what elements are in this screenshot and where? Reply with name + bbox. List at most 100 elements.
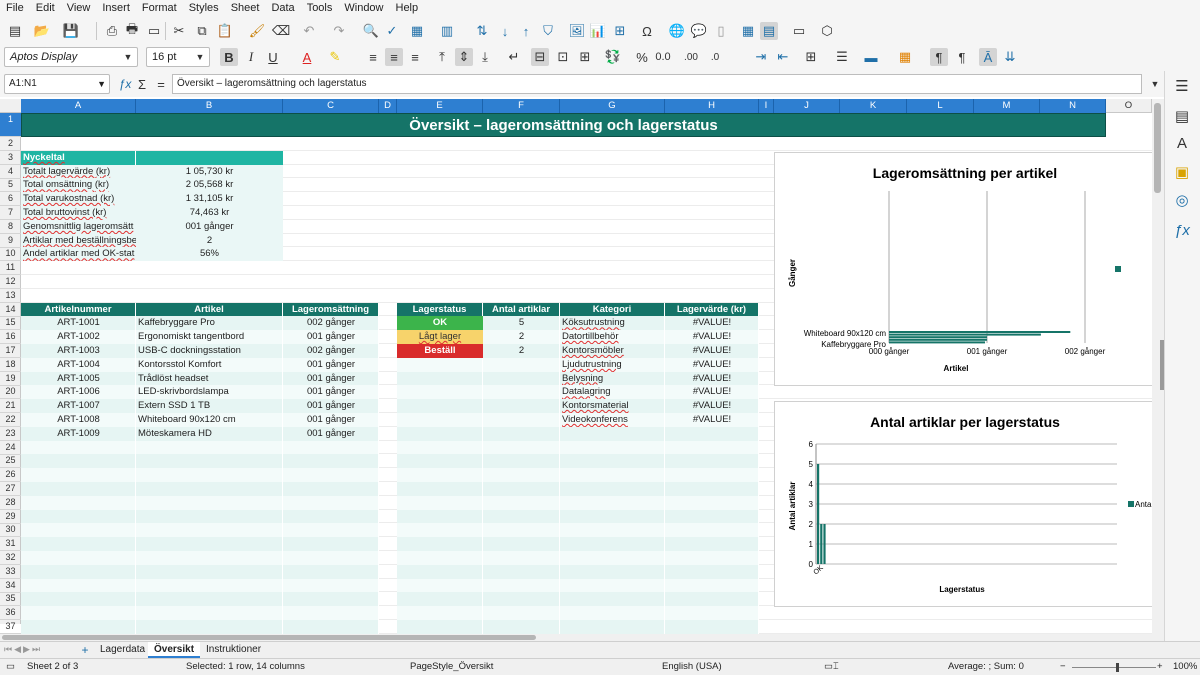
- table-cell[interactable]: [397, 413, 483, 427]
- table-cell[interactable]: [560, 606, 665, 620]
- table-cell[interactable]: [21, 578, 136, 593]
- currency-format-icon[interactable]: 💱: [604, 48, 622, 66]
- define-print-area-icon[interactable]: ▦: [739, 22, 757, 40]
- autofilter-icon[interactable]: ⛉: [539, 22, 557, 40]
- tab-oversikt[interactable]: Översikt: [148, 642, 201, 658]
- table-cell[interactable]: [483, 551, 560, 565]
- category-value[interactable]: #VALUE!: [665, 372, 759, 386]
- menu-edit[interactable]: Edit: [30, 0, 61, 17]
- items-column-header[interactable]: Artikel: [136, 302, 283, 317]
- table-cell[interactable]: [136, 454, 283, 469]
- table-cell[interactable]: [397, 537, 483, 551]
- menu-sheet[interactable]: Sheet: [225, 0, 266, 17]
- merge-center-icon[interactable]: ⊟: [531, 48, 549, 66]
- menu-insert[interactable]: Insert: [96, 0, 136, 17]
- table-cell[interactable]: [21, 468, 136, 482]
- status-column-header[interactable]: Lagerstatus: [397, 302, 483, 317]
- table-cell[interactable]: [136, 620, 283, 634]
- sort-icon[interactable]: ⇅: [473, 22, 491, 40]
- table-cell[interactable]: [483, 606, 560, 620]
- table-cell[interactable]: [21, 454, 136, 469]
- item-turnover[interactable]: 002 gånger: [283, 344, 379, 358]
- category-name[interactable]: Kontorsmaterial: [560, 399, 665, 413]
- selection-mode-icon[interactable]: ▭⌶: [824, 659, 839, 675]
- kpi-value[interactable]: 56%: [136, 247, 283, 262]
- table-cell[interactable]: [397, 482, 483, 496]
- scrollbar-thumb[interactable]: [1154, 103, 1161, 193]
- tab-navigation-icon[interactable]: ⏮◀▶⏭: [4, 644, 68, 656]
- chart-turnover-per-item[interactable]: Lageromsättning per artikel 000 gånger 001…: [774, 152, 1158, 386]
- menu-view[interactable]: View: [61, 0, 97, 17]
- table-cell[interactable]: [136, 440, 283, 455]
- table-cell[interactable]: [665, 426, 759, 441]
- item-name[interactable]: Kaffebryggare Pro: [136, 316, 283, 330]
- item-name[interactable]: Whiteboard 90x120 cm: [136, 413, 283, 427]
- formula-input[interactable]: Översikt – lageromsättning och lagerstat…: [172, 74, 1142, 94]
- status-label[interactable]: OK: [397, 316, 483, 331]
- table-cell[interactable]: [560, 578, 665, 593]
- table-cell[interactable]: [136, 468, 283, 482]
- table-cell[interactable]: [397, 468, 483, 482]
- table-cell[interactable]: [283, 509, 379, 524]
- category-value[interactable]: #VALUE!: [665, 316, 759, 330]
- table-cell[interactable]: [397, 357, 483, 372]
- vertical-text-top-icon[interactable]: ⇊: [1001, 48, 1019, 66]
- table-cell[interactable]: [397, 371, 483, 386]
- add-sheet-icon[interactable]: +: [76, 641, 94, 659]
- table-cell[interactable]: [665, 592, 759, 607]
- table-cell[interactable]: [136, 509, 283, 524]
- table-cell[interactable]: [136, 482, 283, 496]
- category-column-header[interactable]: Kategori: [560, 302, 665, 317]
- item-id[interactable]: ART-1005: [21, 372, 136, 386]
- category-value[interactable]: #VALUE!: [665, 344, 759, 358]
- item-turnover[interactable]: 001 gånger: [283, 427, 379, 441]
- save-icon[interactable]: 💾: [62, 22, 80, 40]
- item-id[interactable]: ART-1002: [21, 330, 136, 344]
- table-cell[interactable]: [665, 606, 759, 620]
- item-name[interactable]: Ergonomiskt tangentbord: [136, 330, 283, 344]
- redo-icon[interactable]: ↷: [330, 22, 348, 40]
- item-id[interactable]: ART-1007: [21, 399, 136, 413]
- sort-ascending-icon[interactable]: ↓: [496, 22, 514, 40]
- item-id[interactable]: ART-1009: [21, 427, 136, 441]
- table-cell[interactable]: [483, 371, 560, 386]
- item-id[interactable]: ART-1003: [21, 344, 136, 358]
- kpi-value[interactable]: 74,463 kr: [136, 206, 283, 220]
- increase-indent-icon[interactable]: ⇥: [752, 48, 770, 66]
- percent-format-icon[interactable]: %: [633, 48, 651, 66]
- table-cell[interactable]: [136, 551, 283, 565]
- status-label[interactable]: Beställ: [397, 344, 483, 358]
- table-cell[interactable]: [397, 551, 483, 565]
- print-preview-icon[interactable]: ▭: [145, 22, 163, 40]
- scrollbar-thumb[interactable]: [2, 635, 536, 640]
- table-cell[interactable]: [483, 495, 560, 510]
- bold-icon[interactable]: B: [220, 48, 238, 66]
- table-cell[interactable]: [21, 564, 136, 579]
- category-name[interactable]: Datalagring: [560, 385, 665, 399]
- table-cell[interactable]: [483, 454, 560, 469]
- sum-icon[interactable]: Σ: [133, 75, 151, 93]
- table-cell[interactable]: [665, 537, 759, 551]
- table-cell[interactable]: [665, 620, 759, 634]
- table-cell[interactable]: [283, 592, 379, 607]
- table-cell[interactable]: [397, 620, 483, 634]
- table-cell[interactable]: [560, 495, 665, 510]
- table-cell[interactable]: [560, 454, 665, 469]
- split-window-icon[interactable]: ▭: [790, 22, 808, 40]
- kpi-label[interactable]: Artiklar med beställningsbe: [21, 233, 136, 248]
- sum-info[interactable]: Average: ; Sum: 0: [948, 659, 1024, 675]
- table-cell[interactable]: [483, 509, 560, 524]
- item-name[interactable]: Trådlöst headset: [136, 372, 283, 386]
- table-cell[interactable]: [21, 482, 136, 496]
- row-icon[interactable]: ▦: [408, 22, 426, 40]
- table-cell[interactable]: [397, 426, 483, 441]
- functions-icon[interactable]: ƒx: [1173, 221, 1191, 239]
- status-count[interactable]: 2: [483, 330, 560, 344]
- table-cell[interactable]: [483, 426, 560, 441]
- table-cell[interactable]: [483, 468, 560, 482]
- status-count[interactable]: 5: [483, 316, 560, 330]
- item-name[interactable]: Kontorsstol Komfort: [136, 358, 283, 372]
- kpi-header[interactable]: Nyckeltal: [21, 150, 136, 165]
- table-cell[interactable]: [283, 537, 379, 551]
- kpi-value[interactable]: 2: [136, 233, 283, 248]
